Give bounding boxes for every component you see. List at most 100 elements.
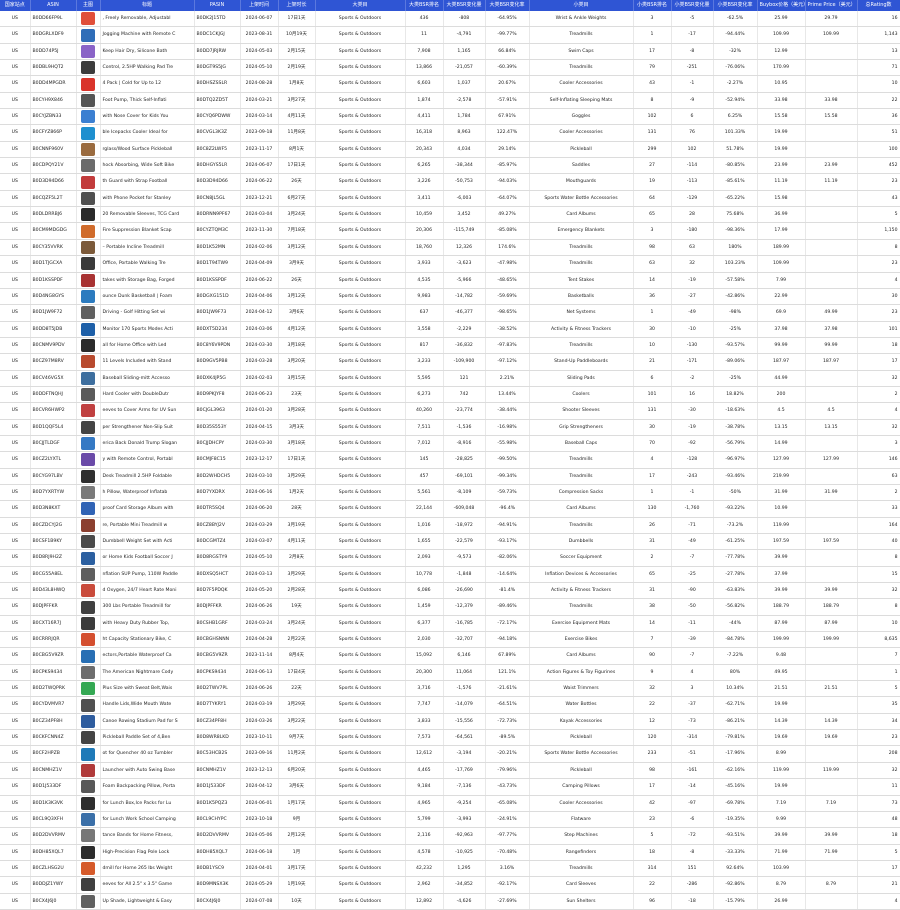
cell-pasin[interactable]: B0CSHB1GRF xyxy=(194,615,241,633)
cell-image[interactable] xyxy=(76,435,101,453)
cell-asin[interactable]: B0CZLHSG2U xyxy=(30,860,77,878)
product-thumbnail[interactable] xyxy=(81,437,95,451)
product-thumbnail[interactable] xyxy=(81,44,95,58)
cell-image[interactable] xyxy=(76,239,101,257)
cell-pasin[interactable]: B0CPKS9434 xyxy=(194,664,241,682)
cell-image[interactable] xyxy=(76,370,101,387)
cell-asin[interactable]: B0CYH9X846 xyxy=(30,92,77,110)
table-row[interactable]: US B0DGRLXDF9 Jogging Machine with Remote … xyxy=(0,26,900,44)
cell-asin[interactable]: B0D3N8KXT xyxy=(30,500,77,518)
product-thumbnail[interactable] xyxy=(81,273,95,287)
table-row[interactable]: US B0CM9MDGDG Fire Suppression Blanket Sca… xyxy=(0,222,900,240)
cell-asin[interactable]: B0CF2HPZB xyxy=(30,745,77,763)
cell-asin[interactable]: B0DDJZ1YWY xyxy=(30,876,77,894)
cell-image[interactable] xyxy=(76,517,101,535)
cell-image[interactable] xyxy=(76,92,101,110)
cell-image[interactable] xyxy=(76,124,101,142)
cell-pasin[interactable]: B0C8Y6V9PDN xyxy=(194,337,241,355)
cell-image[interactable] xyxy=(76,795,101,812)
header-sub-bsr-change[interactable]: 小类BSR变化量 xyxy=(671,0,714,11)
cell-pasin[interactable]: B0DXSQ5HCT xyxy=(194,566,241,584)
header-sub-bsr[interactable]: 小类BSR排名 xyxy=(633,0,672,11)
cell-pasin[interactable]: B0C53HCB2S xyxy=(194,745,241,763)
cell-image[interactable] xyxy=(76,745,101,763)
header-sub-category[interactable]: 小类目 xyxy=(529,0,634,11)
cell-asin[interactable]: B0CY35VVRK xyxy=(30,239,77,257)
cell-pasin[interactable]: B0D7F5PDQK xyxy=(194,582,241,600)
cell-pasin[interactable]: B0DRNN9PF67 xyxy=(194,206,241,224)
cell-pasin[interactable]: B0CZ8BYJ2V xyxy=(194,517,241,535)
table-row[interactable]: US B0CL9Q3XFH for Lunch Work School Campin… xyxy=(0,811,900,829)
cell-image[interactable] xyxy=(76,272,101,289)
cell-pasin[interactable]: B0CYZTQM3C xyxy=(194,222,241,240)
table-row[interactable]: US B0CRRRJQR ht Capacity Stationary Bike, … xyxy=(0,631,900,649)
table-row[interactable]: US B0DDFTNQHJ Hard Cooler with DoubleDutr B… xyxy=(0,386,900,404)
cell-image[interactable] xyxy=(76,647,101,665)
product-thumbnail[interactable] xyxy=(81,649,95,663)
table-row[interactable]: US B0CDPQY21V hock Absorbing, Wide Soft Bi… xyxy=(0,157,900,175)
cell-asin[interactable]: B0DGRLXDF9 xyxy=(30,26,77,44)
cell-image[interactable] xyxy=(76,11,101,28)
cell-image[interactable] xyxy=(76,468,101,485)
cell-pasin[interactable]: B0DXT5D234 xyxy=(194,321,241,338)
cell-image[interactable] xyxy=(76,533,101,551)
cell-asin[interactable]: B0CNMHZ1V xyxy=(30,762,77,780)
cell-asin[interactable]: B0DLDRRBJ6 xyxy=(30,206,77,224)
table-row[interactable]: US B0D3D94D66 th Guard with Strap Football… xyxy=(0,173,900,191)
cell-asin[interactable]: B0CDPQY21V xyxy=(30,157,77,175)
product-thumbnail[interactable] xyxy=(81,780,95,794)
table-row[interactable]: US B0CBG5V9ZR ectors,Portable Waterproof C… xyxy=(0,647,900,665)
cell-image[interactable] xyxy=(76,222,101,240)
product-thumbnail[interactable] xyxy=(81,763,95,777)
cell-image[interactable] xyxy=(76,827,101,845)
cell-pasin[interactable]: B0D9PKJYF8 xyxy=(194,386,241,404)
cell-asin[interactable]: B0CXT16R7J xyxy=(30,615,77,633)
table-row[interactable]: US B0D1JW9F72 Driving - Golf Hitting Set w… xyxy=(0,304,900,322)
product-thumbnail[interactable] xyxy=(81,142,95,156)
table-row[interactable]: US B0DD8T5JDB Monitor 170 Sports Modes Act… xyxy=(0,321,900,338)
product-thumbnail[interactable] xyxy=(81,486,95,500)
cell-asin[interactable]: B0CYJZBN33 xyxy=(30,108,77,126)
cell-asin[interactable]: B0D1TJGCXA xyxy=(30,255,77,273)
product-thumbnail[interactable] xyxy=(81,600,95,614)
cell-image[interactable] xyxy=(76,173,101,191)
cell-pasin[interactable]: B0D9MNSX3K xyxy=(194,876,241,894)
header-image[interactable]: 主图 xyxy=(76,0,101,11)
cell-pasin[interactable]: B0CYQ6PDWW xyxy=(194,108,241,126)
cell-asin[interactable]: B0D2TWQPRK xyxy=(30,680,77,698)
product-thumbnail[interactable] xyxy=(81,388,95,402)
cell-image[interactable] xyxy=(76,304,101,322)
table-row[interactable]: US B0CYH9X846 Foot Pump, Thick Self-Inflat… xyxy=(0,92,900,110)
cell-pasin[interactable]: B0DD7JRJRW xyxy=(194,43,241,61)
product-thumbnail[interactable] xyxy=(81,339,95,353)
cell-image[interactable] xyxy=(76,337,101,355)
cell-asin[interactable]: B0CG55A8EL xyxy=(30,566,77,584)
table-row[interactable]: US B0D43L8HWQ d Oxygen, 24/7 Heart Rate Mo… xyxy=(0,582,900,600)
cell-image[interactable] xyxy=(76,484,101,502)
cell-pasin[interactable]: B0CN8JL5GL xyxy=(194,190,241,208)
product-thumbnail[interactable] xyxy=(81,306,95,320)
cell-pasin[interactable]: B0CZ34PF8H xyxy=(194,713,241,731)
cell-image[interactable] xyxy=(76,876,101,894)
cell-image[interactable] xyxy=(76,386,101,404)
cell-asin[interactable]: B0CSF1B9KY xyxy=(30,533,77,551)
cell-pasin[interactable]: B0D7YXDRX xyxy=(194,484,241,502)
cell-pasin[interactable]: B0D7TYKRY1 xyxy=(194,696,241,714)
table-row[interactable]: US B0CZ2LYXTL y with Remote Control, Porta… xyxy=(0,451,900,469)
cell-image[interactable] xyxy=(76,696,101,714)
table-row[interactable]: US B0CFYZ866P ble Icepacks Cooler Ideal fo… xyxy=(0,124,900,142)
cell-image[interactable] xyxy=(76,811,101,829)
product-thumbnail[interactable] xyxy=(81,61,95,75)
cell-pasin[interactable]: B0CNMHZ1V xyxy=(194,762,241,780)
table-row[interactable]: US B0CNMHZ1V Launcher with Auto Swing Base… xyxy=(0,762,900,780)
table-row[interactable]: US B0D7YXRTYW h Pillow, Waterproof Inflata… xyxy=(0,484,900,502)
cell-asin[interactable]: B0DH85XQL7 xyxy=(30,844,77,861)
cell-image[interactable] xyxy=(76,844,101,861)
product-thumbnail[interactable] xyxy=(81,322,95,336)
cell-asin[interactable]: B0DDFTNQHJ xyxy=(30,386,77,404)
table-row[interactable]: US B0CG55A8EL nflation SUP Pump, 110W Padd… xyxy=(0,566,900,584)
cell-asin[interactable]: B0D1JW9F72 xyxy=(30,304,77,322)
cell-image[interactable] xyxy=(76,713,101,731)
cell-pasin[interactable]: B0DC1CKJGJ xyxy=(194,26,241,44)
header-listing-duration[interactable]: 上架时长 xyxy=(278,0,316,11)
